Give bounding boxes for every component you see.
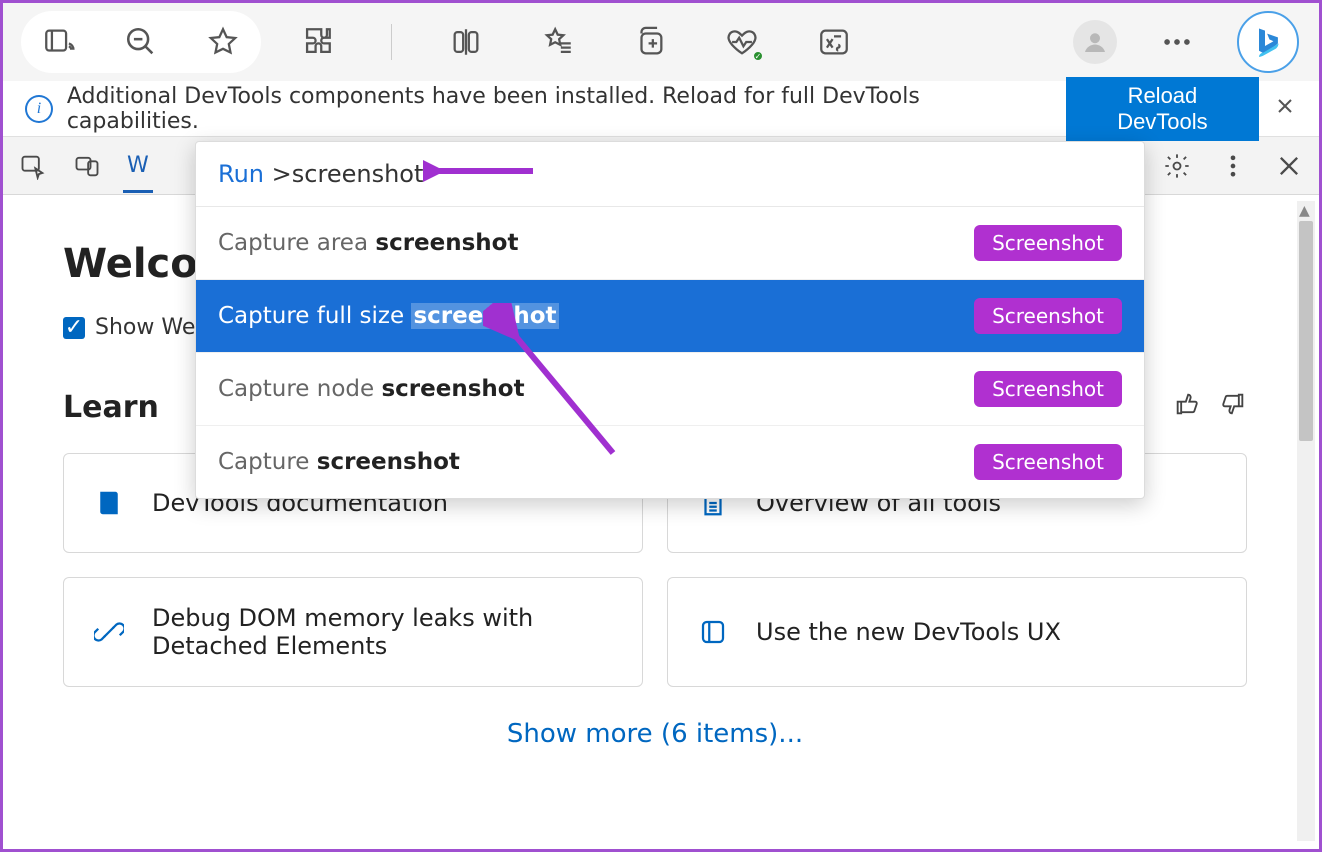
reload-devtools-button[interactable]: Reload DevTools xyxy=(1066,77,1259,141)
command-item[interactable]: Capture area screenshot Screenshot xyxy=(196,207,1144,280)
star-list-icon[interactable] xyxy=(532,16,584,68)
devtools-info-bar: i Additional DevTools components have be… xyxy=(3,81,1319,137)
info-message: Additional DevTools components have been… xyxy=(67,84,1052,134)
zoom-out-icon[interactable] xyxy=(115,16,167,68)
card-label: Debug DOM memory leaks with Detached Ele… xyxy=(152,604,612,660)
card-new-ux[interactable]: Use the new DevTools UX xyxy=(667,577,1247,687)
show-more-link[interactable]: Show more (6 items)... xyxy=(63,719,1247,749)
book-icon xyxy=(94,488,124,518)
star-icon[interactable] xyxy=(197,16,249,68)
browser-toolbar: ✓ xyxy=(3,3,1319,81)
devtools-close-icon[interactable] xyxy=(1271,148,1307,184)
settings-gear-icon[interactable] xyxy=(1159,148,1195,184)
command-category-badge: Screenshot xyxy=(974,444,1122,480)
heart-pulse-icon[interactable]: ✓ xyxy=(716,16,768,68)
command-item-label: Capture area screenshot xyxy=(218,230,518,256)
command-item[interactable]: Capture screenshot Screenshot xyxy=(196,426,1144,498)
thumbs-up-icon[interactable] xyxy=(1173,390,1201,425)
show-welcome-label: Show Wel xyxy=(95,315,201,340)
command-prefix: Run xyxy=(218,160,264,188)
scrollbar-thumb[interactable] xyxy=(1299,221,1313,441)
command-item-label: Capture screenshot xyxy=(218,449,460,475)
kebab-menu-icon[interactable] xyxy=(1215,148,1251,184)
checkbox-checked-icon[interactable]: ✓ xyxy=(63,317,85,339)
command-item[interactable]: Capture node screenshot Screenshot xyxy=(196,353,1144,426)
command-item[interactable]: Capture full size screenshot Screenshot xyxy=(196,280,1144,353)
read-aloud-icon[interactable] xyxy=(33,16,85,68)
card-label: Use the new DevTools UX xyxy=(756,618,1061,646)
learn-heading: Learn xyxy=(63,390,159,425)
link-icon xyxy=(94,617,124,647)
collections-icon[interactable] xyxy=(624,16,676,68)
command-menu: Run >screenshot Capture area screenshot S… xyxy=(195,141,1145,499)
toolbar-separator xyxy=(391,24,392,60)
scrollbar[interactable]: ▲ xyxy=(1297,201,1315,841)
devtools-tabbar-right xyxy=(1159,148,1307,184)
tab-welcome-stub[interactable]: W xyxy=(123,139,153,193)
feedback-thumbs xyxy=(1173,390,1247,425)
inspect-icon[interactable] xyxy=(15,148,51,184)
command-input-row[interactable]: Run >screenshot xyxy=(196,142,1144,207)
toolbar-right-group xyxy=(1073,6,1309,78)
profile-icon[interactable] xyxy=(1073,20,1117,64)
bing-icon[interactable] xyxy=(1237,11,1299,73)
command-list: Capture area screenshotScreenshotCapture… xyxy=(196,207,1144,498)
more-icon[interactable] xyxy=(1151,16,1203,68)
command-query: >screenshot xyxy=(272,160,424,188)
device-toggle-icon[interactable] xyxy=(69,148,105,184)
toolbar-pill-group xyxy=(21,11,261,73)
command-category-badge: Screenshot xyxy=(974,371,1122,407)
command-category-badge: Screenshot xyxy=(974,298,1122,334)
puzzle-icon[interactable] xyxy=(291,16,343,68)
split-screen-icon[interactable] xyxy=(440,16,492,68)
math-solver-icon[interactable] xyxy=(808,16,860,68)
command-item-label: Capture full size screenshot xyxy=(218,303,559,329)
card-debug-memory[interactable]: Debug DOM memory leaks with Detached Ele… xyxy=(63,577,643,687)
toolbar-mid-group: ✓ xyxy=(291,6,860,78)
info-close-icon[interactable] xyxy=(1273,94,1297,124)
command-category-badge: Screenshot xyxy=(974,225,1122,261)
info-icon: i xyxy=(25,95,53,123)
panel-icon xyxy=(698,617,728,647)
scroll-up-icon[interactable]: ▲ xyxy=(1299,203,1310,219)
command-item-label: Capture node screenshot xyxy=(218,376,525,402)
thumbs-down-icon[interactable] xyxy=(1219,390,1247,425)
